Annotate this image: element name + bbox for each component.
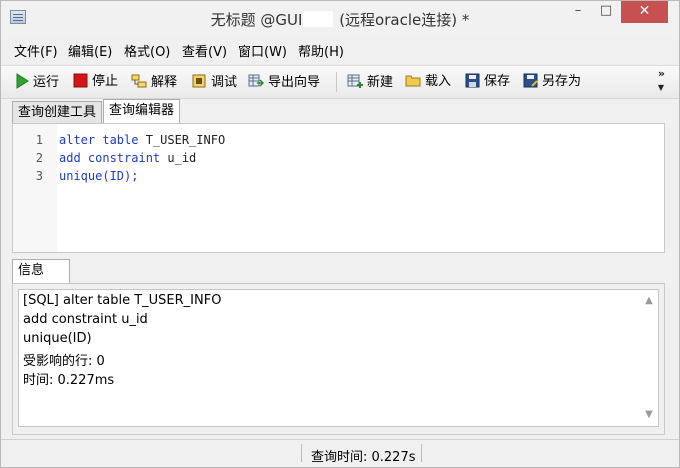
info-line: unique(ID) xyxy=(23,331,92,346)
stop-label: 停止 xyxy=(92,74,119,89)
play-icon xyxy=(16,73,29,89)
code-line: add constraint u_id xyxy=(59,151,196,165)
tab-query-builder[interactable]: 查询创建工具 xyxy=(12,101,103,123)
menu-help[interactable]: 帮助(H) xyxy=(298,41,344,60)
toolbar-separator xyxy=(336,72,337,92)
menu-edit[interactable]: 编辑(E) xyxy=(68,41,112,60)
minimize-button[interactable]: – xyxy=(563,1,593,23)
chevron-right-icon: » xyxy=(657,67,665,80)
redacted-block xyxy=(303,11,334,27)
line-number: 1 xyxy=(35,133,43,147)
toolbar-overflow-button[interactable]: » ▼ xyxy=(658,68,665,93)
menu-view[interactable]: 查看(V) xyxy=(182,41,227,60)
info-line: [SQL] alter table T_USER_INFO xyxy=(23,293,222,308)
toolbar: 运行 停止 解释 调试 导出向导 新建 载入 保存 另存为 » ▼ xyxy=(1,65,679,99)
window-title-prefix: 无标题 @GUI xyxy=(210,11,303,29)
save-as-button[interactable]: 另存为 xyxy=(523,73,581,91)
code-line: alter table T_USER_INFO xyxy=(59,133,225,147)
close-icon: ✕ xyxy=(638,3,651,19)
menu-bar: 文件(F) 编辑(E) 格式(O) 查看(V) 窗口(W) 帮助(H) xyxy=(1,37,679,61)
line-number: 3 xyxy=(35,169,43,183)
minimize-icon: – xyxy=(574,3,582,18)
menu-file[interactable]: 文件(F) xyxy=(14,41,58,60)
save-label: 保存 xyxy=(484,74,511,89)
sql-editor[interactable]: 1 2 3 alter table T_USER_INFO add constr… xyxy=(12,123,665,253)
scroll-up-icon[interactable]: ▲ xyxy=(642,294,656,308)
export-wizard-label: 导出向导 xyxy=(268,75,321,90)
save-icon xyxy=(465,73,480,88)
tab-info[interactable]: 信息 xyxy=(12,259,70,283)
sql-identifier: u_id xyxy=(160,151,197,165)
scroll-down-icon[interactable]: ▼ xyxy=(642,408,656,422)
sql-keyword: alter table xyxy=(59,133,139,147)
new-label: 新建 xyxy=(367,75,394,90)
info-line: 时间: 0.227ms xyxy=(23,373,115,388)
query-time-status: 查询时间: 0.227s xyxy=(311,450,416,465)
run-button[interactable]: 运行 xyxy=(15,73,59,91)
stop-button[interactable]: 停止 xyxy=(73,73,118,91)
run-label: 运行 xyxy=(33,75,60,90)
line-number: 2 xyxy=(35,151,43,165)
app-window: 无标题 @GUI (远程oracle连接) * – □ ✕ 文件(F) 编辑(E… xyxy=(0,0,680,468)
tab-query-editor[interactable]: 查询编辑器 xyxy=(103,99,181,123)
result-tabstrip: 信息 xyxy=(1,259,679,283)
save-button[interactable]: 保存 xyxy=(465,73,510,91)
info-line: add constraint u_id xyxy=(23,312,148,327)
debug-icon xyxy=(192,74,206,88)
debug-button[interactable]: 调试 xyxy=(191,73,237,91)
explain-button[interactable]: 解释 xyxy=(131,73,177,91)
explain-icon xyxy=(131,74,147,88)
status-divider xyxy=(421,444,422,462)
load-button[interactable]: 载入 xyxy=(405,73,451,91)
sql-identifier: T_USER_INFO xyxy=(138,133,226,147)
window-title-suffix: (远程oracle连接) * xyxy=(339,11,470,29)
maximize-icon: □ xyxy=(599,3,613,18)
close-button[interactable]: ✕ xyxy=(621,1,668,23)
export-icon xyxy=(248,74,264,87)
code-line: unique(ID); xyxy=(59,169,138,183)
info-message-box[interactable]: [SQL] alter table T_USER_INFO add constr… xyxy=(18,289,659,427)
new-icon xyxy=(347,74,363,88)
maximize-button[interactable]: □ xyxy=(591,1,621,23)
title-bar: 无标题 @GUI (远程oracle连接) * – □ ✕ xyxy=(1,1,679,35)
sql-identifier: (ID); xyxy=(102,169,139,183)
editor-tabstrip: 查询创建工具 查询编辑器 xyxy=(1,99,679,123)
explain-label: 解释 xyxy=(151,75,178,90)
debug-label: 调试 xyxy=(211,75,238,90)
new-button[interactable]: 新建 xyxy=(347,73,393,91)
load-label: 载入 xyxy=(425,74,452,89)
menu-window[interactable]: 窗口(W) xyxy=(238,41,287,60)
status-divider xyxy=(301,444,302,462)
info-line: 受影响的行: 0 xyxy=(23,354,105,369)
sql-keyword: unique xyxy=(59,169,103,183)
folder-icon xyxy=(405,75,421,87)
sql-keyword: add constraint xyxy=(59,151,161,165)
info-panel: [SQL] alter table T_USER_INFO add constr… xyxy=(12,283,665,435)
status-bar: 查询时间: 0.227s xyxy=(1,439,679,466)
chevron-down-icon: ▼ xyxy=(657,83,665,92)
stop-icon xyxy=(73,73,88,88)
menu-format[interactable]: 格式(O) xyxy=(124,41,170,60)
save-as-label: 另存为 xyxy=(542,74,582,89)
line-number-gutter: 1 2 3 xyxy=(13,124,57,252)
export-wizard-button[interactable]: 导出向导 xyxy=(248,73,320,91)
save-as-icon xyxy=(523,73,538,88)
